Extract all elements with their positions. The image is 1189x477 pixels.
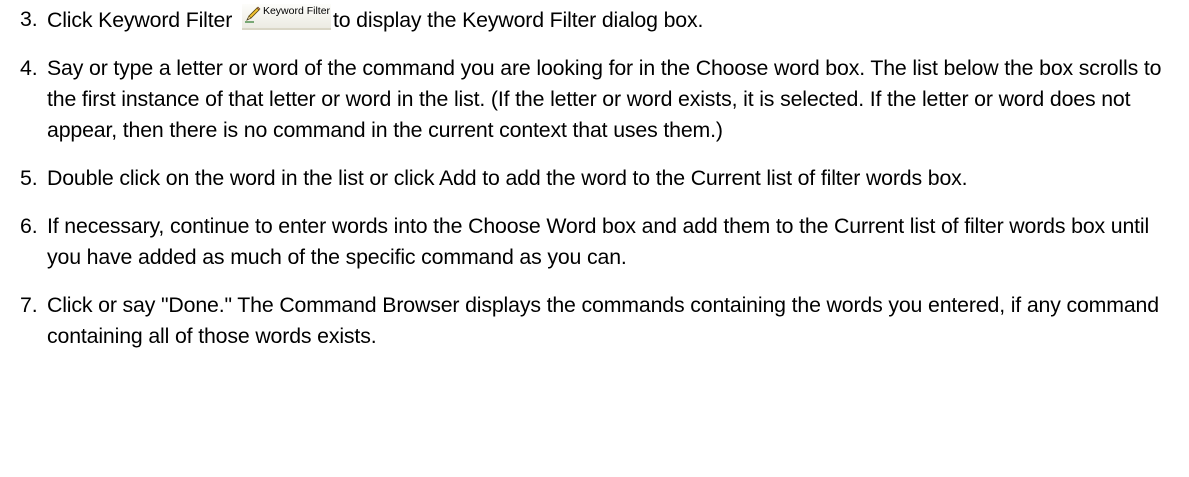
step-number: 6. — [20, 214, 38, 238]
step-number: 3. — [20, 7, 38, 31]
step-5: 5. Double click on the word in the list … — [0, 163, 1180, 194]
keyword-filter-button-label: Keyword Filter — [262, 5, 331, 17]
step-4: 4. Say or type a letter or word of the c… — [0, 53, 1180, 146]
step-text-before: Click Keyword Filter — [47, 8, 238, 32]
step-text-after: to display the Keyword Filter dialog box… — [332, 8, 704, 32]
step-number: 7. — [20, 293, 38, 317]
step-number: 5. — [20, 166, 38, 190]
step-6: 6. If necessary, continue to enter words… — [0, 211, 1180, 273]
pencil-icon — [244, 6, 261, 23]
step-7: 7. Click or say "Done." The Command Brow… — [0, 290, 1180, 352]
keyword-filter-button[interactable]: Keyword Filter — [241, 4, 331, 30]
step-text: Say or type a letter or word of the comm… — [47, 56, 1162, 142]
step-text: Double click on the word in the list or … — [47, 166, 968, 190]
step-text: Click or say "Done." The Command Browser… — [47, 293, 1159, 348]
step-3: 3. Click Keyword Filter Keyword Filter to… — [0, 4, 1180, 36]
step-number: 4. — [20, 56, 38, 80]
step-text: If necessary, continue to enter words in… — [47, 214, 1150, 269]
instruction-steps: 3. Click Keyword Filter Keyword Filter to… — [0, 4, 1180, 369]
